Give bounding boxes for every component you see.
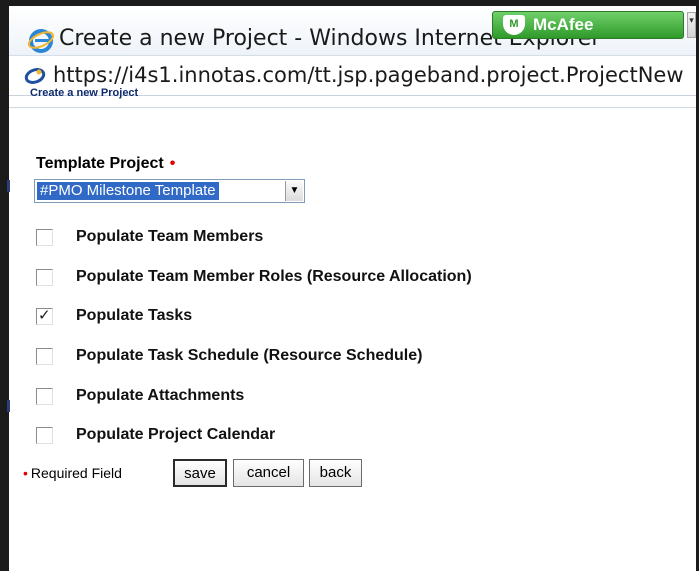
mcafee-shield-icon: M	[503, 15, 525, 35]
option-label: Populate Project Calendar	[76, 426, 276, 443]
populate-tasks-checkbox[interactable]: ✓	[36, 307, 53, 325]
window-frame-left	[0, 0, 9, 571]
cancel-button[interactable]: cancel	[233, 459, 304, 487]
option-label: Populate Team Member Roles (Resource All…	[76, 268, 472, 285]
page-title: Create a new Project	[30, 87, 139, 99]
required-field-text: Required Field	[30, 465, 122, 481]
option-label: Populate Task Schedule (Resource Schedul…	[76, 347, 423, 364]
template-project-select[interactable]: #PMO Milestone Template ▼	[34, 179, 305, 203]
internet-explorer-icon	[27, 26, 55, 54]
required-marker: •	[23, 465, 28, 481]
save-button[interactable]: save	[173, 459, 227, 487]
chevron-down-icon[interactable]: ▼	[285, 181, 303, 201]
site-favicon-icon	[23, 66, 47, 86]
populate-project-calendar-checkbox[interactable]	[36, 427, 53, 444]
mcafee-dropdown-arrow-icon[interactable]: ▾	[687, 12, 696, 38]
checkmark-icon: ✓	[38, 307, 51, 324]
template-project-label-text: Template Project	[36, 155, 164, 172]
required-field-legend: • Required Field	[23, 465, 122, 481]
mcafee-label: McAfee	[533, 15, 594, 34]
option-label: Populate Attachments	[76, 387, 245, 404]
window-title-bar[interactable]: Create a new Project - Windows Internet …	[9, 6, 696, 56]
option-label: Populate Team Members	[76, 228, 264, 245]
populate-team-member-roles-checkbox[interactable]	[36, 269, 53, 286]
template-project-selected-value: #PMO Milestone Template	[37, 182, 219, 200]
template-project-label: Template Project •	[36, 155, 175, 173]
populate-team-members-checkbox[interactable]	[36, 229, 53, 246]
page-header: Create a new Project	[9, 84, 696, 108]
back-button[interactable]: back	[309, 459, 362, 487]
frame-marker	[7, 180, 10, 192]
populate-attachments-checkbox[interactable]	[36, 388, 53, 405]
option-label: Populate Tasks	[76, 307, 193, 324]
frame-marker	[7, 400, 10, 412]
populate-task-schedule-checkbox[interactable]	[36, 348, 53, 365]
required-marker: •	[169, 155, 176, 172]
mcafee-toolbar-button[interactable]: M McAfee	[492, 11, 684, 39]
